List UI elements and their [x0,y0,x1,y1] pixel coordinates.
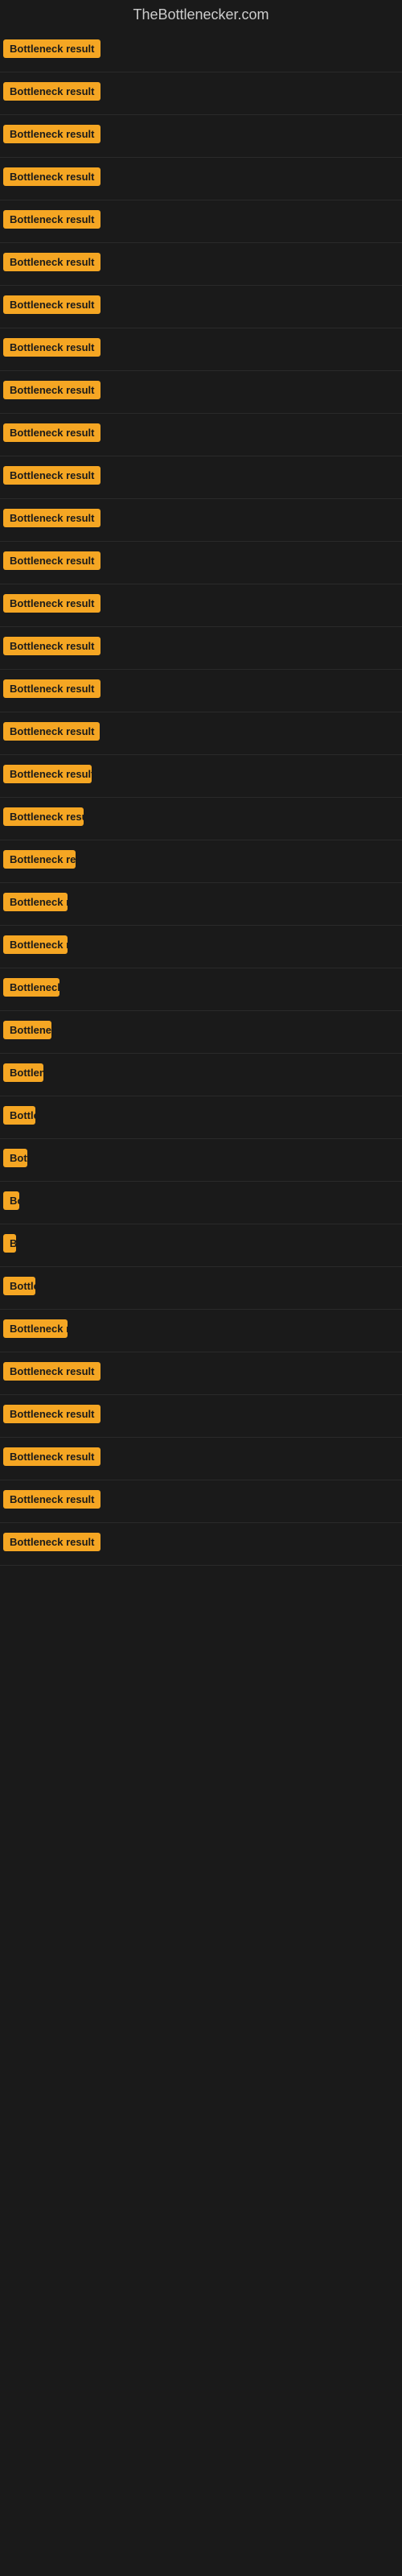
bottleneck-badge[interactable]: Bottleneck result [3,1234,16,1253]
bottleneck-badge[interactable]: Bottleneck result [3,295,100,314]
bottleneck-badge[interactable]: Bottleneck result [3,1021,51,1039]
result-row: Bottleneck result [0,1395,402,1438]
result-row: Bottleneck result [0,286,402,328]
result-row: Bottleneck result [0,115,402,158]
result-row: Bottleneck result [0,1182,402,1224]
result-row: Bottleneck result [0,158,402,200]
bottleneck-badge[interactable]: Bottleneck result [3,893,68,911]
bottleneck-badge[interactable]: Bottleneck result [3,1106,35,1125]
bottleneck-badge[interactable]: Bottleneck result [3,39,100,58]
result-row: Bottleneck result [0,200,402,243]
bottleneck-badge[interactable]: Bottleneck result [3,1277,35,1295]
result-row: Bottleneck result [0,1523,402,1566]
bottleneck-badge[interactable]: Bottleneck result [3,1362,100,1381]
result-row: Bottleneck result [0,1480,402,1523]
bottleneck-badge[interactable]: Bottleneck result [3,423,100,442]
bottleneck-badge[interactable]: Bottleneck result [3,1405,100,1423]
bottleneck-badge[interactable]: Bottleneck result [3,850,76,869]
result-row: Bottleneck result [0,670,402,712]
result-row: Bottleneck result [0,371,402,414]
bottleneck-badge[interactable]: Bottleneck result [3,551,100,570]
bottleneck-badge[interactable]: Bottleneck result [3,210,100,229]
result-row: Bottleneck result [0,798,402,840]
bottleneck-badge[interactable]: Bottleneck result [3,338,100,357]
result-row: Bottleneck result [0,30,402,72]
bottleneck-badge[interactable]: Bottleneck result [3,1149,27,1167]
bottleneck-badge[interactable]: Bottleneck result [3,765,92,783]
result-row: Bottleneck result [0,456,402,499]
bottleneck-badge[interactable]: Bottleneck result [3,509,100,527]
bottleneck-badge[interactable]: Bottleneck result [3,1447,100,1466]
result-row: Bottleneck result [0,328,402,371]
bottleneck-badge[interactable]: Bottleneck result [3,1319,68,1338]
result-row: Bottleneck result [0,584,402,627]
result-row: Bottleneck result [0,840,402,883]
result-row: Bottleneck result [0,755,402,798]
result-row: Bottleneck result [0,499,402,542]
result-row: Bottleneck result [0,627,402,670]
bottleneck-badge[interactable]: Bottleneck result [3,167,100,186]
bottleneck-badge[interactable]: Bottleneck result [3,253,100,271]
result-row: Bottleneck result [0,1224,402,1267]
result-row: Bottleneck result [0,1096,402,1139]
result-row: Bottleneck result [0,1310,402,1352]
bottleneck-badge[interactable]: Bottleneck result [3,807,84,826]
result-row: Bottleneck result [0,883,402,926]
result-row: Bottleneck result [0,414,402,456]
bottleneck-badge[interactable]: Bottleneck result [3,466,100,485]
result-row: Bottleneck result [0,926,402,968]
bottleneck-badge[interactable]: Bottleneck result [3,125,100,143]
result-row: Bottleneck result [0,1438,402,1480]
site-title: TheBottlenecker.com [0,0,402,30]
result-row: Bottleneck result [0,72,402,115]
result-row: Bottleneck result [0,1267,402,1310]
bottleneck-badge[interactable]: Bottleneck result [3,1191,19,1210]
result-row: Bottleneck result [0,968,402,1011]
bottleneck-badge[interactable]: Bottleneck result [3,594,100,613]
bottleneck-badge[interactable]: Bottleneck result [3,1490,100,1509]
bottleneck-badge[interactable]: Bottleneck result [3,722,100,741]
bottleneck-badge[interactable]: Bottleneck result [3,679,100,698]
result-row: Bottleneck result [0,1054,402,1096]
result-row: Bottleneck result [0,1011,402,1054]
bottleneck-badge[interactable]: Bottleneck result [3,637,100,655]
result-row: Bottleneck result [0,243,402,286]
result-row: Bottleneck result [0,1139,402,1182]
bottleneck-badge[interactable]: Bottleneck result [3,935,68,954]
result-row: Bottleneck result [0,1352,402,1395]
bottleneck-badge[interactable]: Bottleneck result [3,1063,43,1082]
bottleneck-badge[interactable]: Bottleneck result [3,978,59,997]
result-row: Bottleneck result [0,712,402,755]
bottleneck-badge[interactable]: Bottleneck result [3,1533,100,1551]
bottleneck-badge[interactable]: Bottleneck result [3,381,100,399]
result-row: Bottleneck result [0,542,402,584]
bottleneck-badge[interactable]: Bottleneck result [3,82,100,101]
